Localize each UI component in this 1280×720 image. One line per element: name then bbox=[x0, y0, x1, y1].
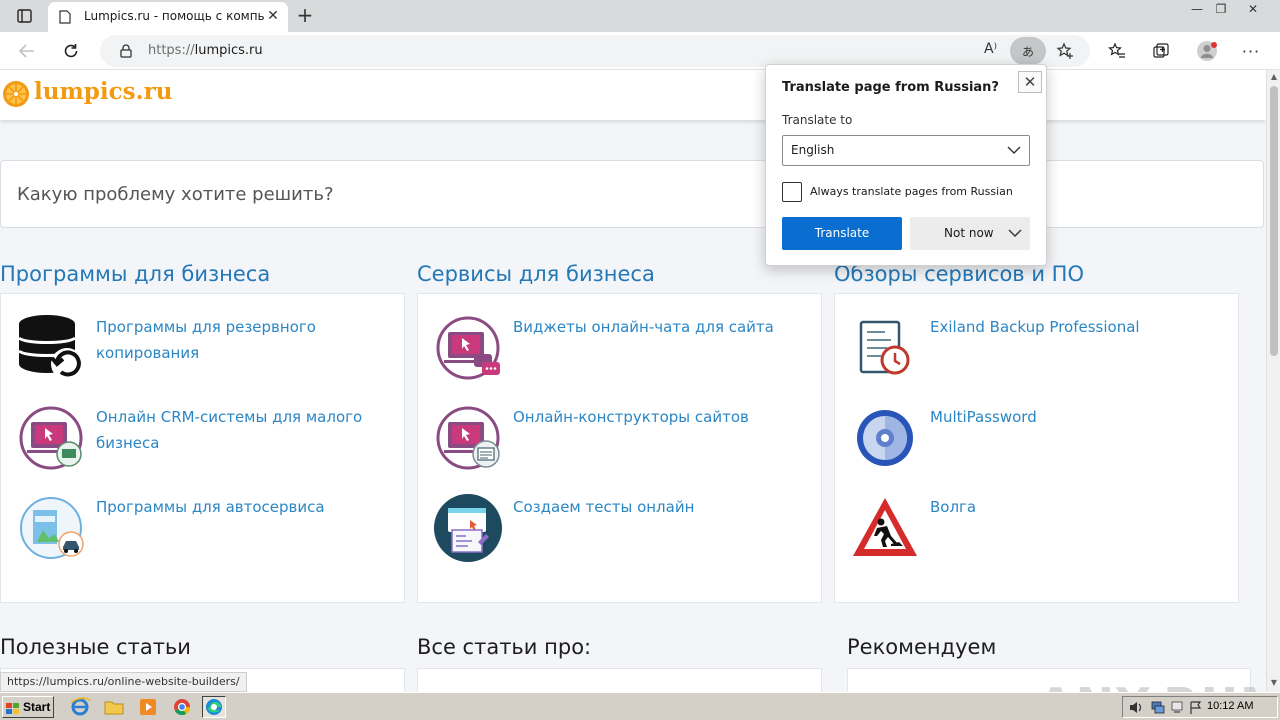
useful-articles-title: Полезные статьи bbox=[0, 635, 191, 659]
chevron-down-icon[interactable] bbox=[1008, 227, 1022, 243]
add-favorite-icon[interactable] bbox=[1056, 42, 1074, 64]
item-label[interactable]: Виджеты онлайн-чата для сайта bbox=[513, 314, 798, 340]
tab-close-icon[interactable]: ✕ bbox=[266, 9, 280, 23]
address-bar[interactable]: https://lumpics.ru A⁾ あ bbox=[100, 35, 1090, 67]
all-articles-title: Все статьи про: bbox=[417, 635, 592, 659]
not-now-button[interactable]: Not now bbox=[910, 217, 1030, 250]
translate-popup-title: Translate page from Russian? bbox=[782, 80, 999, 95]
exiland-backup-icon bbox=[851, 314, 919, 382]
site-search-input[interactable]: Какую проблему хотите решить? bbox=[0, 160, 1264, 228]
file-explorer-icon[interactable] bbox=[102, 696, 126, 718]
item-label[interactable]: Онлайн-конструкторы сайтов bbox=[513, 404, 798, 430]
scrollbar-thumb[interactable] bbox=[1270, 86, 1278, 356]
chevron-down-icon bbox=[1007, 144, 1021, 160]
back-button[interactable] bbox=[14, 39, 40, 63]
settings-more-icon[interactable]: ··· bbox=[1238, 39, 1264, 63]
translate-icon[interactable]: あ bbox=[1010, 37, 1046, 65]
list-item[interactable]: Программы для резервного копирования bbox=[1, 314, 404, 394]
road-works-icon bbox=[851, 494, 919, 562]
translate-to-label: Translate to bbox=[782, 113, 853, 127]
item-label[interactable]: Exiland Backup Professional bbox=[930, 314, 1215, 340]
media-player-icon[interactable] bbox=[136, 696, 160, 718]
tab-actions-menu-icon[interactable] bbox=[10, 6, 38, 26]
multipassword-icon bbox=[851, 404, 919, 472]
all-articles-card bbox=[417, 668, 822, 692]
list-item[interactable]: Exiland Backup Professional bbox=[835, 314, 1238, 394]
scroll-down-arrow-icon[interactable]: ▼ bbox=[1267, 676, 1280, 690]
edge-icon[interactable] bbox=[202, 696, 226, 718]
translate-popup: Translate page from Russian? ✕ Translate… bbox=[765, 64, 1047, 266]
card-software-reviews: Exiland Backup Professional MultiPasswor… bbox=[834, 293, 1239, 603]
taskbar-clock[interactable]: 10:12 AM bbox=[1207, 700, 1253, 712]
network-icon[interactable] bbox=[1151, 701, 1165, 714]
browser-tab-bar: Lumpics.ru - помощь с компью ✕ + — ❐ ✕ bbox=[0, 0, 1280, 32]
chrome-icon[interactable] bbox=[170, 696, 194, 718]
item-label[interactable]: Онлайн CRM-системы для малого бизнеса bbox=[96, 404, 381, 456]
internet-explorer-icon[interactable] bbox=[68, 696, 92, 718]
item-label[interactable]: Волга bbox=[930, 494, 1215, 520]
card-business-services: Виджеты онлайн-чата для сайта Онлайн-кон… bbox=[417, 293, 822, 603]
windows-taskbar: Start 10:12 AM bbox=[0, 692, 1280, 720]
card-business-programs: Программы для резервного копирования Онл… bbox=[0, 293, 405, 603]
list-item[interactable]: Виджеты онлайн-чата для сайта bbox=[418, 314, 821, 394]
list-item[interactable]: Создаем тесты онлайн bbox=[418, 494, 821, 574]
translate-button[interactable]: Translate bbox=[782, 217, 902, 250]
start-button[interactable]: Start bbox=[2, 696, 54, 718]
website-builder-icon bbox=[434, 404, 502, 472]
orange-logo-icon[interactable] bbox=[2, 80, 30, 108]
item-label[interactable]: Создаем тесты онлайн bbox=[513, 494, 798, 520]
url-text[interactable]: https://lumpics.ru bbox=[148, 43, 263, 58]
system-tray: 10:12 AM bbox=[1122, 696, 1278, 718]
restore-window-icon[interactable]: ❐ bbox=[1206, 2, 1236, 18]
crm-monitor-icon bbox=[17, 404, 85, 472]
status-bar-url: https://lumpics.ru/online-website-builde… bbox=[0, 672, 247, 692]
refresh-button[interactable] bbox=[58, 39, 84, 63]
list-item[interactable]: Онлайн CRM-системы для малого бизнеса bbox=[1, 404, 404, 484]
profile-avatar-icon[interactable] bbox=[1194, 39, 1220, 63]
always-translate-checkbox[interactable] bbox=[782, 182, 802, 202]
always-translate-label[interactable]: Always translate pages from Russian bbox=[810, 185, 1013, 198]
scroll-up-arrow-icon[interactable]: ▲ bbox=[1267, 70, 1280, 84]
not-now-label: Not now bbox=[944, 226, 994, 240]
volume-icon[interactable] bbox=[1129, 701, 1143, 714]
page-favicon-icon bbox=[58, 10, 72, 24]
section-title-business-services[interactable]: Сервисы для бизнеса bbox=[417, 262, 655, 286]
chat-widget-icon bbox=[434, 314, 502, 382]
start-label: Start bbox=[23, 700, 51, 714]
close-window-icon[interactable]: ✕ bbox=[1238, 2, 1268, 18]
online-test-icon bbox=[434, 494, 502, 562]
tab-title: Lumpics.ru - помощь с компью bbox=[84, 9, 264, 23]
site-header: lumpics.ru bbox=[0, 70, 1266, 120]
collections-icon[interactable] bbox=[1148, 39, 1174, 63]
item-label[interactable]: Программы для резервного копирования bbox=[96, 314, 381, 366]
action-center-icon[interactable] bbox=[1171, 701, 1185, 714]
selected-language: English bbox=[791, 143, 835, 157]
item-label[interactable]: MultiPassword bbox=[930, 404, 1215, 430]
windows-flag-icon bbox=[6, 701, 20, 714]
database-backup-icon bbox=[17, 314, 85, 382]
page-scrollbar[interactable]: ▲ ▼ bbox=[1266, 70, 1280, 692]
watermark: ANY.RUN bbox=[1038, 678, 1266, 692]
item-label[interactable]: Программы для автосервиса bbox=[96, 494, 381, 520]
list-item[interactable]: Онлайн-конструкторы сайтов bbox=[418, 404, 821, 484]
list-item[interactable]: MultiPassword bbox=[835, 404, 1238, 484]
language-select[interactable]: English bbox=[782, 135, 1030, 166]
auto-service-icon bbox=[17, 494, 85, 562]
new-tab-button[interactable]: + bbox=[294, 5, 316, 27]
browser-tab[interactable]: Lumpics.ru - помощь с компью ✕ bbox=[48, 2, 288, 32]
section-title-business-programs[interactable]: Программы для бизнеса bbox=[0, 262, 270, 286]
close-icon[interactable]: ✕ bbox=[1018, 71, 1042, 93]
favorites-icon[interactable] bbox=[1104, 39, 1130, 63]
web-page: lumpics.ru Какую проблему хотите решить?… bbox=[0, 70, 1266, 692]
browser-toolbar: https://lumpics.ru A⁾ あ ··· bbox=[0, 32, 1280, 70]
flag-icon[interactable] bbox=[1189, 701, 1203, 714]
read-aloud-icon[interactable]: A⁾ bbox=[984, 41, 997, 57]
recommend-title: Рекомендуем bbox=[847, 635, 997, 659]
lock-icon[interactable] bbox=[120, 44, 132, 62]
site-logo[interactable]: lumpics.ru bbox=[34, 78, 172, 105]
list-item[interactable]: Программы для автосервиса bbox=[1, 494, 404, 574]
search-placeholder: Какую проблему хотите решить? bbox=[17, 184, 334, 205]
list-item[interactable]: Волга bbox=[835, 494, 1238, 574]
